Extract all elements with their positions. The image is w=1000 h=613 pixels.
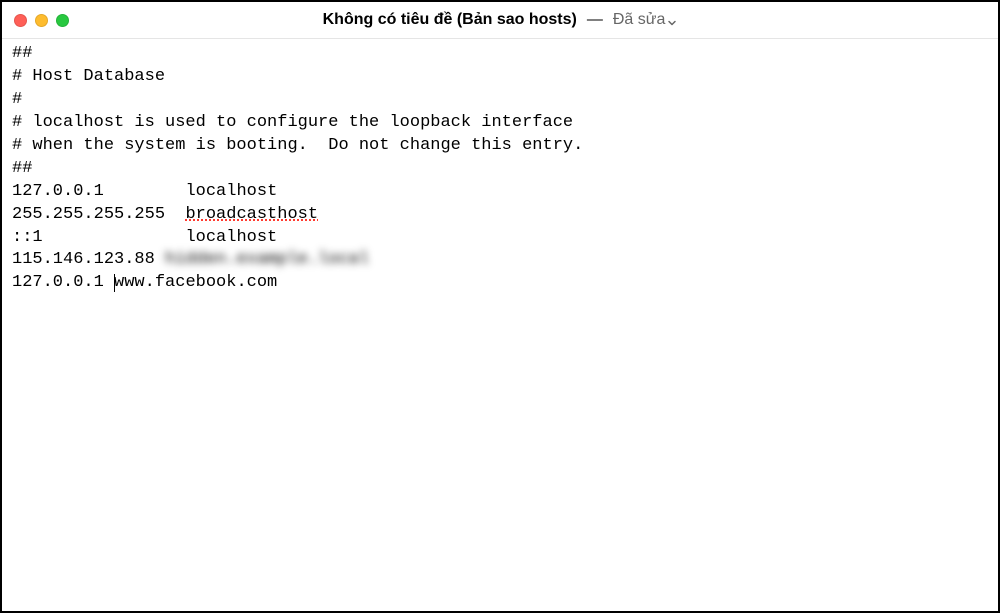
editor-line: ## — [12, 44, 32, 63]
title-container: Không có tiêu đề (Bản sao hosts) — Đã sử… — [2, 11, 998, 29]
host-ip: 127.0.0.1 — [12, 273, 104, 292]
edited-status-label: Đã sửa — [613, 11, 666, 29]
title-separator: — — [587, 11, 603, 29]
host-ip: 115.146.123.88 — [12, 250, 155, 269]
host-ip: ::1 — [12, 228, 43, 247]
text-editor[interactable]: ## # Host Database # # localhost is used… — [2, 38, 998, 611]
traffic-lights — [14, 14, 69, 27]
host-ip: 255.255.255.255 — [12, 205, 165, 224]
maximize-button[interactable] — [56, 14, 69, 27]
window-titlebar: Không có tiêu đề (Bản sao hosts) — Đã sử… — [2, 2, 998, 38]
editor-line: # when the system is booting. Do not cha… — [12, 136, 583, 155]
edited-status-dropdown[interactable]: Đã sửa — [613, 11, 678, 29]
host-name: broadcasthost — [185, 205, 318, 224]
host-name: www.facebook.com — [114, 273, 277, 292]
editor-line: # — [12, 90, 22, 109]
editor-line: # Host Database — [12, 67, 165, 86]
close-button[interactable] — [14, 14, 27, 27]
editor-line: ## — [12, 159, 32, 178]
editor-line: # localhost is used to configure the loo… — [12, 113, 573, 132]
minimize-button[interactable] — [35, 14, 48, 27]
window-title: Không có tiêu đề (Bản sao hosts) — [323, 11, 577, 29]
host-name: localhost — [185, 228, 277, 247]
chevron-down-icon — [667, 15, 677, 25]
host-name-blurred: hidden.example.local — [165, 250, 369, 269]
host-ip: 127.0.0.1 — [12, 182, 104, 201]
host-name: localhost — [185, 182, 277, 201]
